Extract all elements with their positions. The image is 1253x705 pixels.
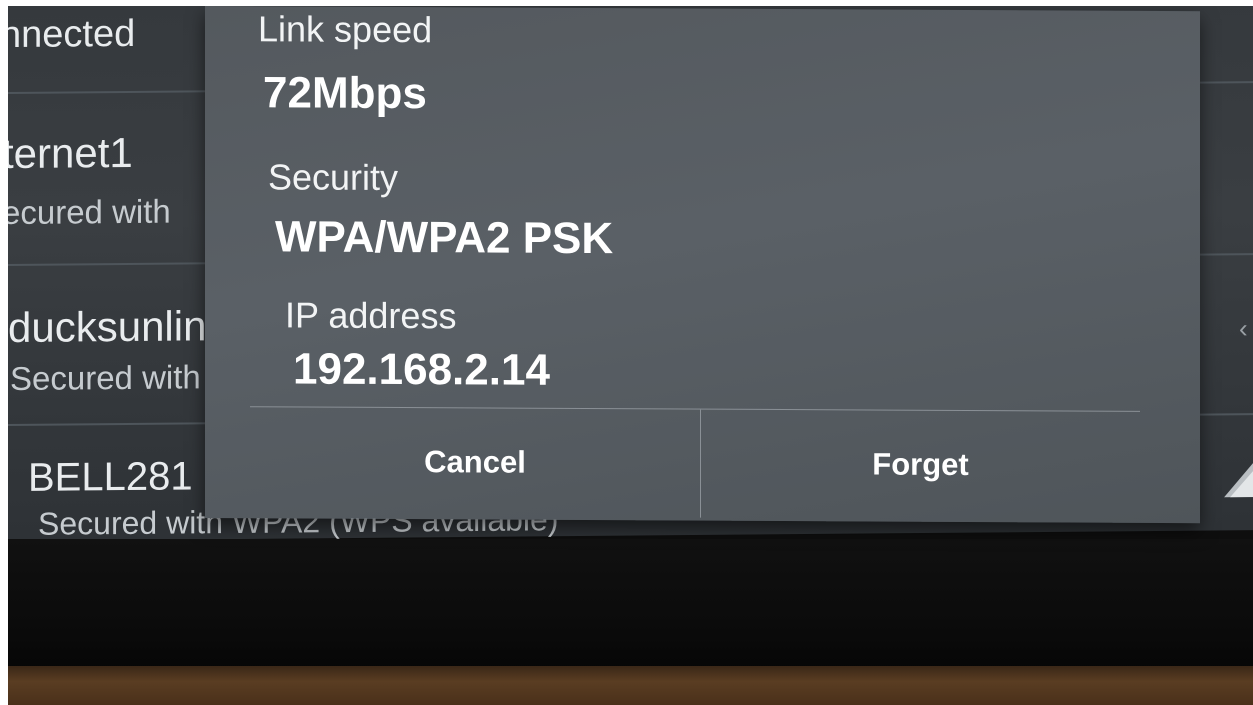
link-speed-label: Link speed — [258, 8, 433, 51]
cancel-button[interactable]: Cancel — [250, 407, 701, 518]
ip-address-value: 192.168.2.14 — [293, 344, 550, 395]
network-name-ducksunlin[interactable]: ducksunlin — [8, 302, 206, 352]
wifi-signal-icon — [1224, 463, 1253, 498]
wood-surface — [8, 666, 1253, 705]
photo-frame: nnected ternet1 ecured with ducksunlin S… — [8, 6, 1253, 705]
security-value: WPA/WPA2 PSK — [275, 212, 614, 264]
chevron-icon: ‹ — [1239, 313, 1248, 344]
link-speed-value: 72Mbps — [263, 68, 427, 119]
dialog-button-bar: Cancel Forget — [250, 406, 1140, 520]
network-status-text: nnected — [8, 12, 136, 57]
network-security-internet1: ecured with — [8, 192, 171, 232]
security-label: Security — [268, 156, 399, 199]
forget-button[interactable]: Forget — [701, 410, 1140, 520]
device-bezel — [8, 539, 1253, 679]
network-name-internet1[interactable]: ternet1 — [8, 129, 133, 178]
wifi-details-dialog: Link speed 72Mbps Security WPA/WPA2 PSK … — [205, 6, 1200, 524]
ip-address-label: IP address — [285, 294, 457, 337]
network-name-bell281[interactable]: BELL281 — [28, 454, 193, 500]
network-security-ducksunlin: Secured with — [10, 358, 201, 397]
